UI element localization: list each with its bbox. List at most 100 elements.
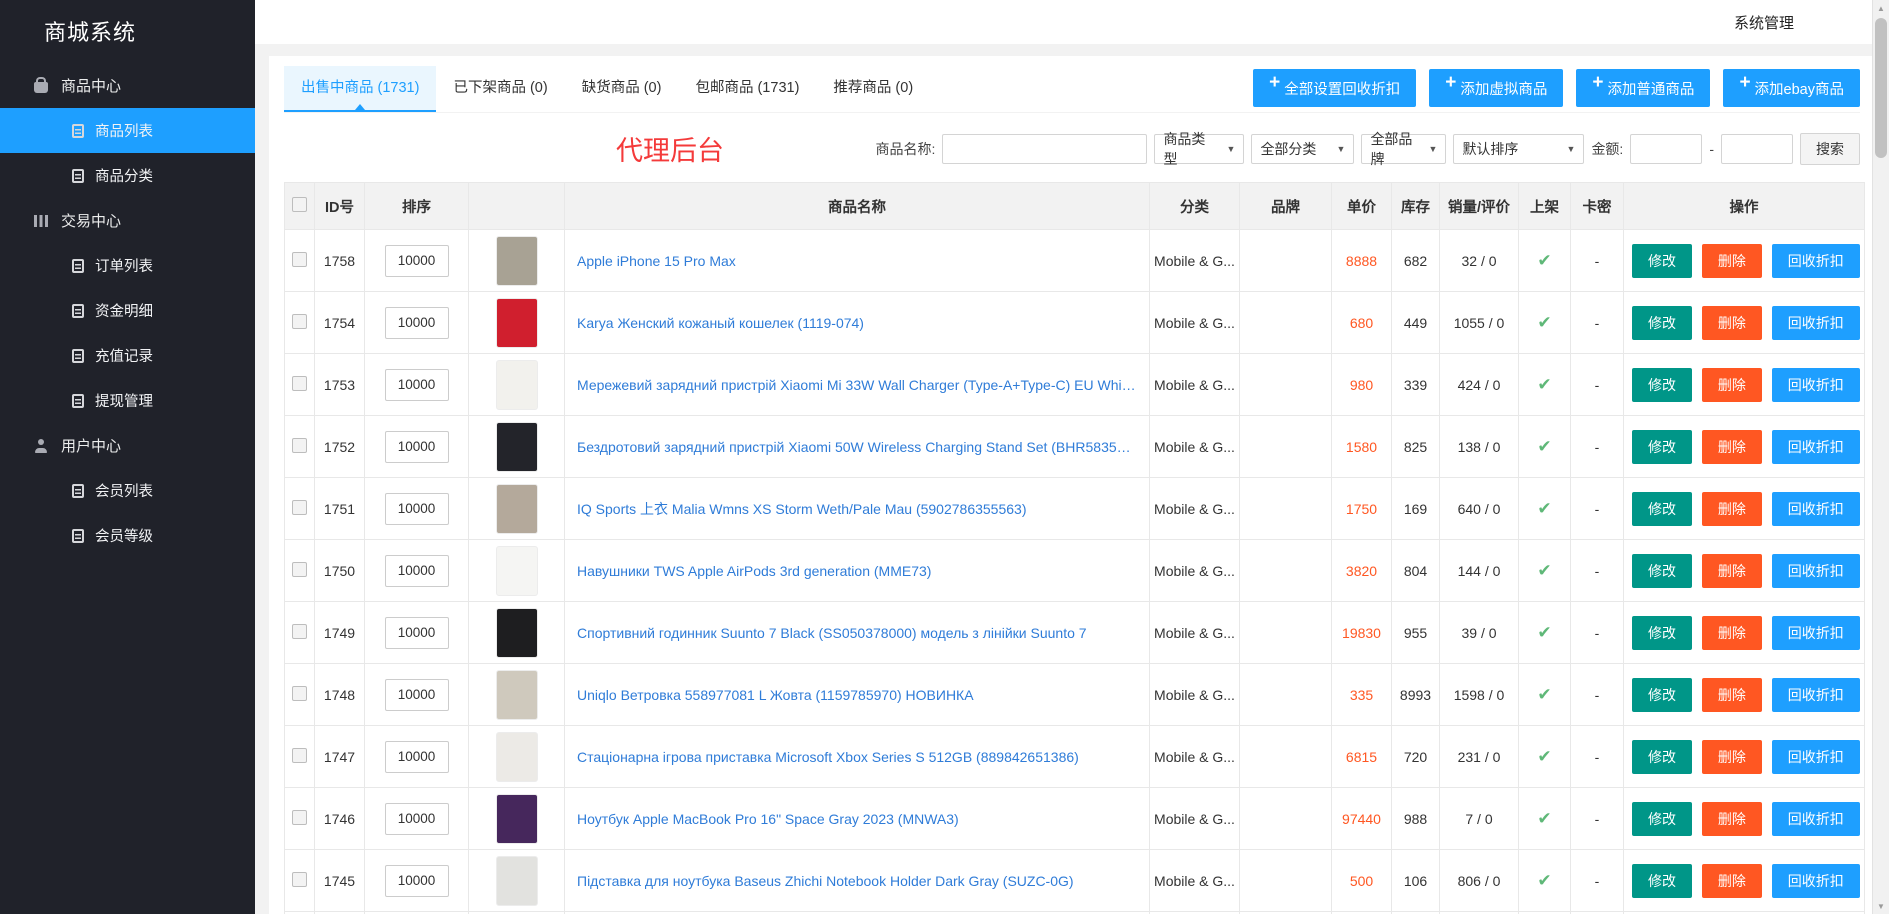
row-checkbox[interactable]: [292, 500, 307, 515]
recycle-discount-button[interactable]: 回收折扣: [1772, 678, 1860, 712]
sidebar-item[interactable]: 商品分类: [0, 153, 255, 198]
product-type-select[interactable]: 商品类型 ▼: [1154, 134, 1244, 164]
sidebar-item[interactable]: 订单列表: [0, 243, 255, 288]
delete-button[interactable]: 删除: [1702, 616, 1762, 650]
sidebar-item[interactable]: 会员列表: [0, 468, 255, 513]
recycle-discount-button[interactable]: 回收折扣: [1772, 430, 1860, 464]
row-checkbox[interactable]: [292, 314, 307, 329]
sort-input[interactable]: 10000: [385, 369, 449, 401]
sort-input[interactable]: 10000: [385, 803, 449, 835]
recycle-discount-button[interactable]: 回收折扣: [1772, 740, 1860, 774]
product-name-link[interactable]: IQ Sports 上衣 Malia Wmns XS Storm Weth/Pa…: [577, 499, 1137, 519]
recycle-discount-button[interactable]: 回收折扣: [1772, 802, 1860, 836]
add-product-button[interactable]: + 添加普通商品: [1576, 69, 1710, 107]
edit-button[interactable]: 修改: [1632, 306, 1692, 340]
product-name-link[interactable]: Мережевий зарядний пристрій Xiaomi Mi 33…: [577, 377, 1137, 393]
delete-button[interactable]: 删除: [1702, 802, 1762, 836]
sidebar-section[interactable]: 商品中心: [0, 63, 255, 108]
edit-button[interactable]: 修改: [1632, 740, 1692, 774]
delete-button[interactable]: 删除: [1702, 368, 1762, 402]
sort-input[interactable]: 10000: [385, 307, 449, 339]
row-checkbox[interactable]: [292, 624, 307, 639]
sort-select[interactable]: 默认排序 ▼: [1453, 134, 1584, 164]
add-product-button[interactable]: + 全部设置回收折扣: [1253, 69, 1416, 107]
select-all-checkbox[interactable]: [292, 197, 307, 212]
sort-input[interactable]: 10000: [385, 245, 449, 277]
sidebar-section[interactable]: 交易中心: [0, 198, 255, 243]
scrollbar[interactable]: ▲ ▼: [1872, 0, 1889, 914]
brand-select[interactable]: 全部品牌 ▼: [1361, 134, 1446, 164]
sort-input[interactable]: 10000: [385, 493, 449, 525]
row-checkbox[interactable]: [292, 562, 307, 577]
sort-input[interactable]: 10000: [385, 617, 449, 649]
delete-button[interactable]: 删除: [1702, 430, 1762, 464]
row-checkbox[interactable]: [292, 810, 307, 825]
sidebar-item[interactable]: 商品列表: [0, 108, 255, 153]
tab[interactable]: 包邮商品 (1731): [678, 66, 816, 110]
delete-button[interactable]: 删除: [1702, 306, 1762, 340]
row-checkbox[interactable]: [292, 872, 307, 887]
product-name-link[interactable]: Karya Женский кожаный кошелек (1119-074): [577, 315, 1137, 331]
delete-button[interactable]: 删除: [1702, 740, 1762, 774]
edit-button[interactable]: 修改: [1632, 616, 1692, 650]
add-product-button[interactable]: + 添加ebay商品: [1723, 69, 1860, 107]
product-name-link[interactable]: Спортивний годинник Suunto 7 Black (SS05…: [577, 625, 1137, 641]
row-checkbox[interactable]: [292, 376, 307, 391]
delete-button[interactable]: 删除: [1702, 554, 1762, 588]
tab[interactable]: 已下架商品 (0): [436, 66, 564, 110]
row-checkbox[interactable]: [292, 748, 307, 763]
recycle-discount-button[interactable]: 回收折扣: [1772, 306, 1860, 340]
sidebar-item[interactable]: 充值记录: [0, 333, 255, 378]
search-button[interactable]: 搜索: [1800, 133, 1860, 165]
row-checkbox[interactable]: [292, 252, 307, 267]
product-name-link[interactable]: Apple iPhone 15 Pro Max: [577, 253, 1137, 269]
tab[interactable]: 缺货商品 (0): [565, 66, 679, 110]
product-name-link[interactable]: Ноутбук Apple MacBook Pro 16" Space Gray…: [577, 811, 1137, 827]
delete-button[interactable]: 删除: [1702, 678, 1762, 712]
sort-input[interactable]: 10000: [385, 865, 449, 897]
delete-button[interactable]: 删除: [1702, 244, 1762, 278]
sort-input[interactable]: 10000: [385, 431, 449, 463]
row-checkbox[interactable]: [292, 686, 307, 701]
system-admin-menu[interactable]: 系统管理: [1734, 12, 1794, 33]
recycle-discount-button[interactable]: 回收折扣: [1772, 864, 1860, 898]
product-name-link[interactable]: Uniqlo Ветровка 558977081 L Жовта (11597…: [577, 687, 1137, 703]
category-select[interactable]: 全部分类 ▼: [1251, 134, 1354, 164]
amount-max-input[interactable]: [1721, 134, 1793, 164]
edit-button[interactable]: 修改: [1632, 554, 1692, 588]
sort-input[interactable]: 10000: [385, 679, 449, 711]
sort-input[interactable]: 10000: [385, 741, 449, 773]
recycle-discount-button[interactable]: 回收折扣: [1772, 616, 1860, 650]
tab[interactable]: 出售中商品 (1731): [284, 66, 436, 112]
product-name-input[interactable]: [942, 134, 1147, 164]
edit-button[interactable]: 修改: [1632, 244, 1692, 278]
sidebar-item[interactable]: 资金明细: [0, 288, 255, 333]
amount-min-input[interactable]: [1630, 134, 1702, 164]
delete-button[interactable]: 删除: [1702, 492, 1762, 526]
recycle-discount-button[interactable]: 回收折扣: [1772, 554, 1860, 588]
recycle-discount-button[interactable]: 回收折扣: [1772, 492, 1860, 526]
recycle-discount-button[interactable]: 回收折扣: [1772, 368, 1860, 402]
edit-button[interactable]: 修改: [1632, 678, 1692, 712]
product-name-link[interactable]: Підставка для ноутбука Baseus Zhichi Not…: [577, 873, 1137, 889]
edit-button[interactable]: 修改: [1632, 368, 1692, 402]
recycle-discount-button[interactable]: 回收折扣: [1772, 244, 1860, 278]
tab[interactable]: 推荐商品 (0): [816, 66, 930, 110]
product-name-link[interactable]: Навушники TWS Apple AirPods 3rd generati…: [577, 563, 1137, 579]
scroll-up-icon[interactable]: ▲: [1873, 0, 1889, 16]
scroll-down-icon[interactable]: ▼: [1873, 898, 1889, 914]
row-checkbox[interactable]: [292, 438, 307, 453]
add-product-button[interactable]: + 添加虚拟商品: [1429, 69, 1563, 107]
edit-button[interactable]: 修改: [1632, 864, 1692, 898]
sidebar-item[interactable]: 会员等级: [0, 513, 255, 558]
sidebar-section[interactable]: 用户中心: [0, 423, 255, 468]
sidebar-item[interactable]: 提现管理: [0, 378, 255, 423]
sort-input[interactable]: 10000: [385, 555, 449, 587]
scrollbar-thumb[interactable]: [1875, 18, 1887, 158]
edit-button[interactable]: 修改: [1632, 492, 1692, 526]
edit-button[interactable]: 修改: [1632, 430, 1692, 464]
product-name-link[interactable]: Стаціонарна ігрова приставка Microsoft X…: [577, 749, 1137, 765]
delete-button[interactable]: 删除: [1702, 864, 1762, 898]
edit-button[interactable]: 修改: [1632, 802, 1692, 836]
product-name-link[interactable]: Бездротовий зарядний пристрій Xiaomi 50W…: [577, 439, 1137, 455]
